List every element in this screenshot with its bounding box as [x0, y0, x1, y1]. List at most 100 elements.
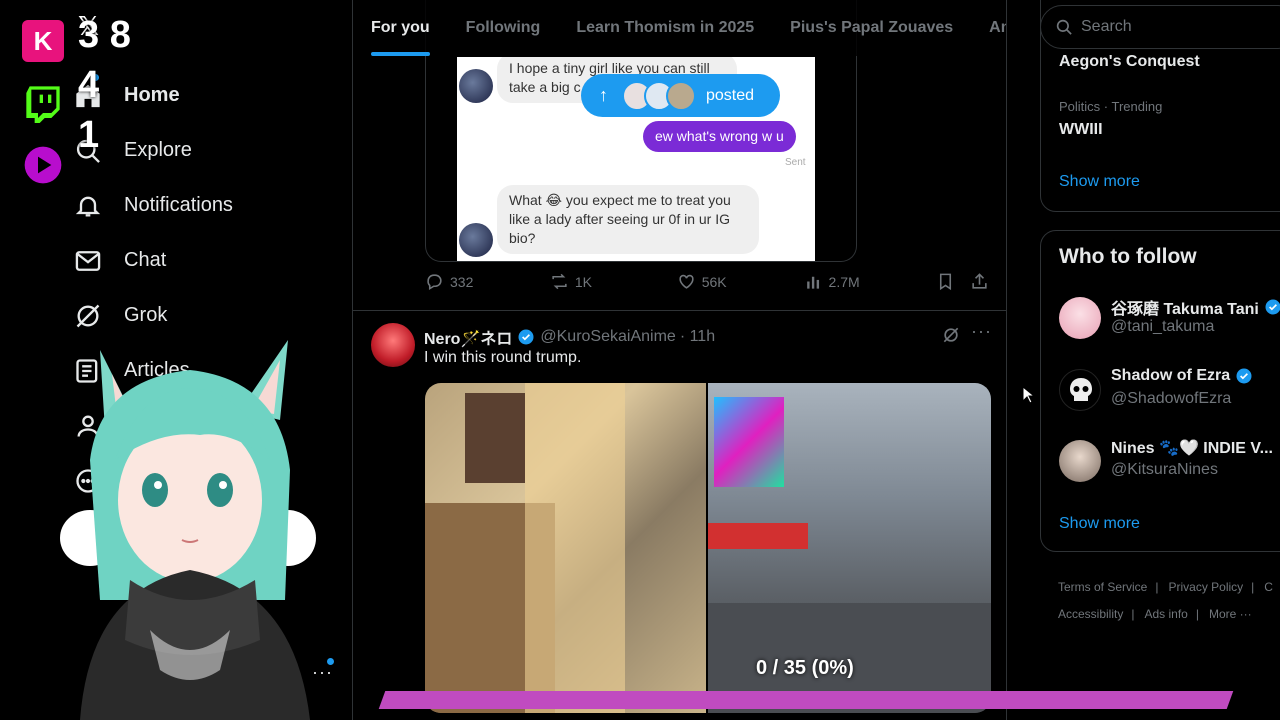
arrow-up-icon: ↑: [599, 85, 608, 105]
post-text: I win this round trump.: [424, 349, 582, 366]
chat-avatar: [459, 69, 493, 103]
repost-button[interactable]: 1K: [550, 272, 677, 291]
post-nero[interactable]: Nero🪄ネロ @KuroSekaiAnime · 11h ··· I win …: [353, 311, 1006, 720]
verified-badge-icon: [518, 329, 534, 345]
follow-suggestion[interactable]: Shadow of Ezra @ShadowofEzra: [1059, 367, 1280, 419]
tab-papal-zouaves[interactable]: Pius's Papal Zouaves: [772, 0, 971, 56]
chat-avatar: [459, 223, 493, 257]
chat-message-3: What 😂 you expect me to treat you like a…: [497, 185, 759, 254]
share-button[interactable]: [970, 272, 995, 291]
footer-links: Terms of Service | Privacy Policy | C Access…: [1058, 574, 1280, 628]
nav-item-chat[interactable]: Chat: [74, 233, 233, 288]
skull-icon: [1070, 378, 1092, 401]
trend-item[interactable]: Aegon's Conquest: [1059, 53, 1200, 71]
tab-following[interactable]: Following: [448, 0, 559, 56]
follow-name-text: Nines 🐾🤍 INDIE V...: [1111, 440, 1273, 457]
repost-icon: [552, 273, 567, 290]
who-to-follow-card: Who to follow 谷琢磨 Takuma Tani @tani_taku…: [1040, 230, 1280, 552]
reply-icon: [427, 274, 442, 291]
count-kick: 1: [78, 114, 100, 156]
view-count: 2.7M: [828, 273, 860, 290]
avatar[interactable]: [1059, 369, 1101, 411]
bell-icon: [75, 196, 101, 216]
grok-icon: [76, 304, 100, 327]
stream-app-icons: K: [22, 20, 66, 206]
reply-button[interactable]: 332: [425, 272, 550, 291]
views-button[interactable]: 2.7M: [804, 272, 937, 291]
like-button[interactable]: 56K: [677, 272, 804, 291]
verified-badge-icon: [1236, 368, 1252, 384]
footer-ads-link[interactable]: Ads info: [1144, 607, 1187, 621]
author-handle[interactable]: @KuroSekaiAnime: [540, 328, 675, 346]
grok-icon[interactable]: [941, 325, 961, 345]
share-icon: [972, 273, 987, 289]
post-header: Nero🪄ネロ @KuroSekaiAnime · 11h: [424, 325, 715, 349]
chat-message-2: ew what's wrong w u: [643, 121, 796, 152]
tab-learn-thomism[interactable]: Learn Thomism in 2025: [558, 0, 772, 56]
envelope-icon: [75, 250, 101, 271]
progress-label: 0 / 35 (0%): [756, 657, 854, 679]
vtuber-avatar: [60, 340, 316, 720]
author-name[interactable]: Nero🪄ネロ: [424, 325, 512, 349]
reply-count: 332: [450, 273, 474, 290]
right-sidebar: Search Aegon's Conquest Politics · Trend…: [1008, 0, 1280, 720]
show-more-trends-link[interactable]: Show more: [1059, 173, 1140, 191]
avatar[interactable]: [371, 323, 415, 367]
count-twitch: 4: [78, 64, 100, 106]
posted-label: posted: [706, 86, 755, 104]
footer-terms-link[interactable]: Terms of Service: [1058, 580, 1147, 594]
avatar[interactable]: [1059, 440, 1101, 482]
nav-label-grok: Grok: [124, 304, 168, 326]
verified-badge-icon: [1265, 299, 1280, 315]
avatar[interactable]: [1059, 297, 1101, 339]
store-sign: [708, 523, 808, 549]
separator: |: [1195, 607, 1199, 621]
more-icon[interactable]: ···: [971, 321, 992, 342]
k-app-icon: K: [22, 20, 64, 62]
separator: |: [1251, 580, 1255, 594]
repost-count: 1K: [574, 273, 592, 290]
tab-am[interactable]: Am: [971, 0, 1006, 56]
nav-item-notifications[interactable]: Notifications: [74, 178, 233, 233]
bookmark-icon: [940, 273, 952, 291]
like-count: 56K: [701, 273, 727, 290]
nav-label-explore: Explore: [124, 139, 192, 161]
follow-suggestion[interactable]: Nines 🐾🤍 INDIE V... @KitsuraNines: [1059, 440, 1280, 490]
follow-name-text: 谷琢磨 Takuma Tani: [1111, 301, 1259, 318]
follow-suggestion[interactable]: 谷琢磨 Takuma Tani @tani_takuma: [1059, 297, 1280, 347]
mouse-cursor-icon: [1022, 386, 1034, 404]
footer-cookie-link[interactable]: C: [1264, 580, 1273, 594]
trends-card: Aegon's Conquest Politics · Trending WWI…: [1040, 0, 1280, 212]
figure-box-dark: [465, 393, 525, 483]
footer-privacy-link[interactable]: Privacy Policy: [1168, 580, 1243, 594]
kick-play-icon: [22, 144, 64, 186]
nav-label-notifications: Notifications: [124, 194, 233, 216]
trend-item[interactable]: WWIII: [1059, 121, 1103, 139]
timeline-tabs: For you Following Learn Thomism in 2025 …: [353, 0, 1006, 56]
new-posts-pill[interactable]: ↑ posted: [581, 74, 780, 117]
billboard: [714, 397, 784, 487]
post-actions: 332 1K 56K 2.7M: [425, 272, 995, 291]
follow-name: Nines 🐾🤍 INDIE V...: [1111, 438, 1273, 458]
chat-sent-label: Sent: [785, 157, 806, 168]
post-time[interactable]: · 11h: [680, 328, 715, 346]
post-media[interactable]: [425, 383, 991, 713]
trend-category: Politics · Trending: [1059, 99, 1163, 114]
nav-label-home: Home: [124, 84, 180, 106]
footer-accessibility-link[interactable]: Accessibility: [1058, 607, 1123, 621]
heart-icon: [679, 274, 694, 289]
nav-item-grok[interactable]: Grok: [74, 288, 233, 343]
show-more-follows-link[interactable]: Show more: [1059, 515, 1140, 533]
bookmark-button[interactable]: [936, 272, 970, 291]
follow-handle: @tani_takuma: [1111, 318, 1215, 335]
who-to-follow-heading: Who to follow: [1059, 245, 1197, 268]
follow-handle: @ShadowofEzra: [1111, 390, 1232, 407]
follow-name-text: Shadow of Ezra: [1111, 367, 1231, 384]
separator: |: [1131, 607, 1135, 621]
pill-avatar: [666, 80, 696, 111]
tab-for-you[interactable]: For you: [353, 0, 448, 56]
footer-more-link[interactable]: More ···: [1209, 607, 1252, 621]
main-timeline: For you Following Learn Thomism in 2025 …: [352, 0, 1007, 720]
views-icon: [806, 276, 819, 289]
figure-shelf-image[interactable]: [425, 383, 706, 713]
